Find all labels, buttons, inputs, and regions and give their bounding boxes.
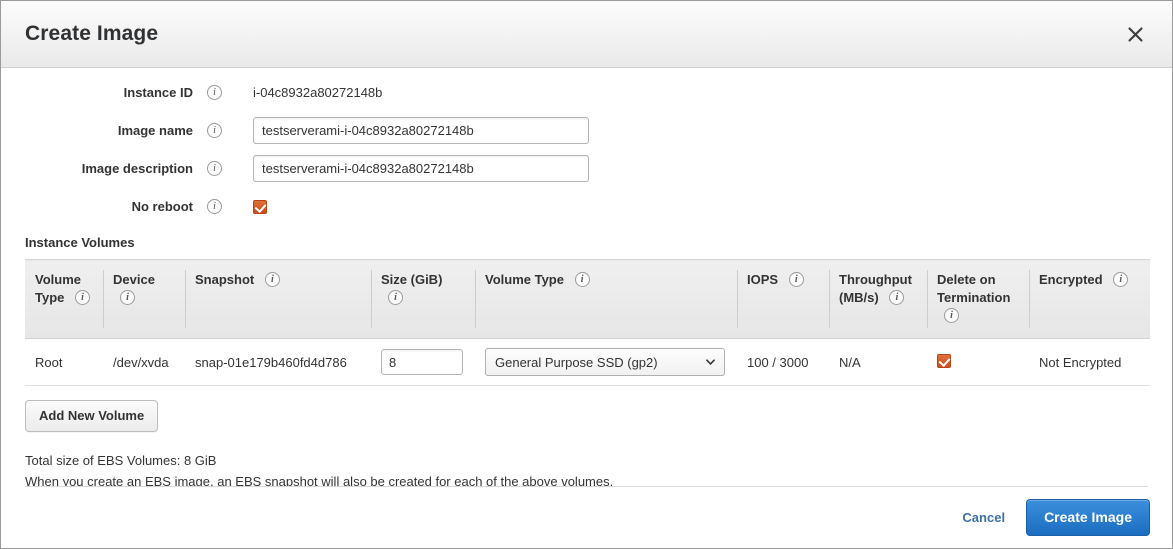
field-row-image-description: Image description i (1, 153, 1172, 184)
column-header-volume-type: Volume Type i (475, 259, 737, 339)
info-icon[interactable]: i (75, 290, 91, 306)
cell-size (371, 338, 475, 386)
info-icon[interactable]: i (207, 123, 222, 138)
cell-throughput: N/A (829, 338, 927, 386)
field-row-no-reboot: No reboot i (1, 191, 1172, 222)
create-image-dialog: Create Image Instance ID i i-04c8932a802… (0, 0, 1173, 549)
chevron-down-icon (706, 359, 715, 365)
column-header-iops: IOPS i (737, 259, 829, 339)
volume-size-input[interactable] (381, 349, 463, 375)
info-icon[interactable]: i (264, 272, 280, 288)
info-icon[interactable]: i (388, 290, 403, 306)
table-row: Root /dev/xvda snap-01e179b460fd4d786 Ge… (25, 338, 1150, 386)
column-header-delete-on-termination: Delete on Termination i (927, 259, 1029, 339)
info-icon[interactable]: i (207, 199, 222, 214)
image-name-input[interactable] (253, 117, 589, 144)
field-row-instance-id: Instance ID i i-04c8932a80272148b (1, 77, 1172, 108)
info-icon[interactable]: i (574, 272, 590, 288)
info-icon[interactable]: i (120, 290, 135, 306)
volumes-table-wrapper: Volume Type i Device i Snapshot i Size (… (1, 259, 1172, 386)
image-name-label: Image name (117, 123, 193, 138)
dialog-footer: Cancel Create Image (1, 486, 1172, 548)
volume-type-selected-value: General Purpose SSD (gp2) (495, 354, 658, 370)
close-icon[interactable] (1118, 17, 1152, 51)
cell-volume-type-kind: Root (25, 338, 103, 386)
cell-volume-type: General Purpose SSD (gp2) (475, 338, 737, 386)
footer-divider (25, 486, 1148, 487)
info-icon[interactable]: i (889, 290, 905, 306)
create-image-button[interactable]: Create Image (1026, 498, 1150, 536)
instance-volumes-heading: Instance Volumes (25, 235, 135, 250)
cell-device: /dev/xvda (103, 338, 185, 386)
no-reboot-label: No reboot (131, 199, 193, 214)
cell-encrypted: Not Encrypted (1029, 338, 1150, 386)
volumes-table: Volume Type i Device i Snapshot i Size (… (25, 259, 1150, 386)
cell-snapshot: snap-01e179b460fd4d786 (185, 338, 371, 386)
table-header-row: Volume Type i Device i Snapshot i Size (… (25, 259, 1150, 339)
info-icon[interactable]: i (788, 272, 804, 288)
dialog-body: Instance ID i i-04c8932a80272148b Image … (1, 68, 1172, 486)
dialog-header: Create Image (1, 1, 1172, 68)
column-header-device: Device i (103, 259, 185, 339)
field-row-image-name: Image name i (1, 115, 1172, 146)
snapshot-note-text: When you create an EBS image, an EBS sna… (25, 474, 614, 486)
cancel-button[interactable]: Cancel (962, 510, 1005, 525)
page-title: Create Image (25, 22, 159, 45)
column-header-snapshot: Snapshot i (185, 259, 371, 339)
image-description-input[interactable] (253, 155, 589, 182)
no-reboot-checkbox[interactable] (253, 199, 267, 214)
cell-iops: 100 / 3000 (737, 338, 829, 386)
column-header-throughput: Throughput (MB/s) i (829, 259, 927, 339)
instance-id-label: Instance ID (123, 85, 193, 100)
image-form: Instance ID i i-04c8932a80272148b Image … (1, 68, 1172, 222)
info-icon[interactable]: i (207, 85, 222, 100)
column-header-volume-type-kind: Volume Type i (25, 259, 103, 339)
instance-id-value: i-04c8932a80272148b (253, 85, 383, 100)
image-description-label: Image description (81, 161, 193, 176)
volume-notes: Total size of EBS Volumes: 8 GiB When yo… (25, 450, 1172, 486)
volume-type-select[interactable]: General Purpose SSD (gp2) (485, 348, 725, 376)
column-header-encrypted: Encrypted i (1029, 259, 1150, 339)
add-new-volume-button[interactable]: Add New Volume (25, 400, 159, 432)
info-icon[interactable]: i (1113, 272, 1129, 288)
info-icon[interactable]: i (944, 308, 959, 324)
delete-on-termination-checkbox[interactable] (937, 353, 951, 368)
total-size-text: Total size of EBS Volumes: 8 GiB (25, 453, 217, 468)
info-icon[interactable]: i (207, 161, 222, 176)
column-header-size: Size (GiB) i (371, 259, 475, 339)
cell-delete-on-termination (927, 338, 1029, 386)
